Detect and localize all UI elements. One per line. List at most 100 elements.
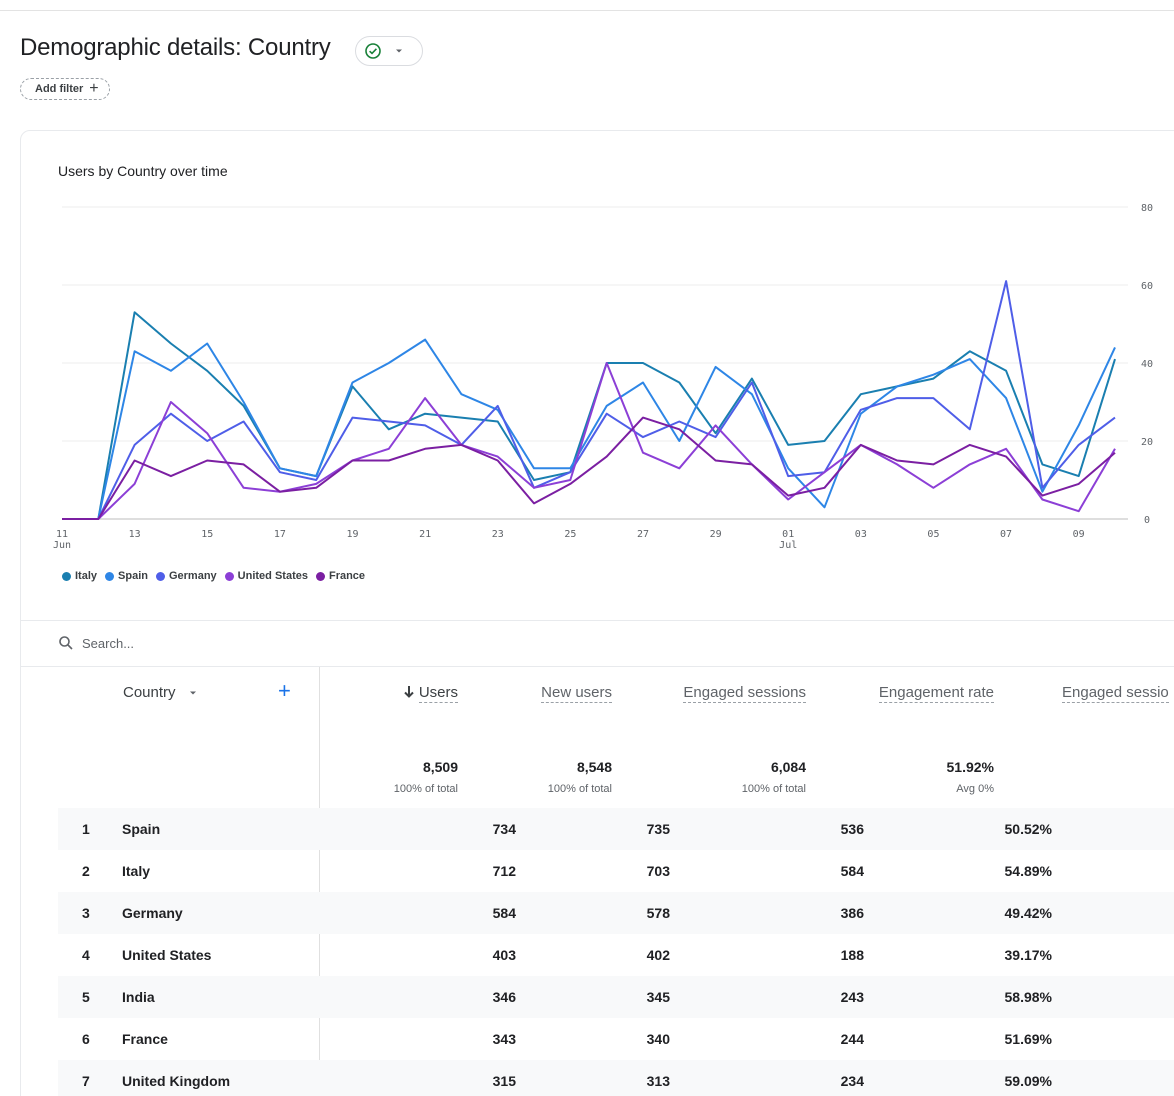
row-engagement-rate: 59.09% xyxy=(1004,1073,1052,1089)
search-bar[interactable]: Search... xyxy=(58,635,134,651)
legend-label: United States xyxy=(237,570,308,582)
row-engaged-sessions: 188 xyxy=(840,947,864,963)
engagement-rate-column-header[interactable]: Engagement rate xyxy=(878,684,994,703)
x-tick-label: 03 xyxy=(855,529,867,540)
table-row[interactable]: 4 United States 403 402 188 39.17% xyxy=(58,934,1174,976)
row-users: 346 xyxy=(492,989,516,1005)
users-column-header[interactable]: Users xyxy=(403,684,458,703)
search-icon xyxy=(59,636,73,650)
table-row[interactable]: 7 United Kingdom 315 313 234 59.09% xyxy=(58,1060,1174,1096)
new-users-total: 8,548 xyxy=(576,759,612,775)
row-engagement-rate: 49.42% xyxy=(1004,905,1052,921)
series-line-spain[interactable] xyxy=(62,338,1116,520)
row-country[interactable]: Italy xyxy=(122,863,150,879)
chart-title: Users by Country over time xyxy=(58,163,228,179)
page-title: Demographic details: Country xyxy=(20,34,331,61)
row-engagement-rate: 58.98% xyxy=(1004,989,1052,1005)
users-total: 8,509 xyxy=(422,759,458,775)
legend-dot-icon xyxy=(315,571,325,581)
row-rank: 6 xyxy=(82,1031,90,1047)
x-tick-label: 11 xyxy=(56,529,68,540)
status-dropdown[interactable] xyxy=(355,36,423,66)
engagement-rate-total: 51.92% xyxy=(946,759,994,775)
add-filter-label: Add filter xyxy=(35,83,84,95)
engaged-sessions-per-user-column-header[interactable]: Engaged sessio xyxy=(1062,684,1169,703)
series-line-italy[interactable] xyxy=(62,311,1116,520)
row-engagement-rate: 51.69% xyxy=(1004,1031,1052,1047)
users-total-percent: 100% of total xyxy=(393,783,458,795)
arrow-down-icon xyxy=(404,686,414,698)
check-circle-icon xyxy=(365,43,381,59)
row-new-users: 735 xyxy=(646,821,670,837)
table-row[interactable]: 5 India 346 345 243 58.98% xyxy=(58,976,1174,1018)
x-tick-label: 19 xyxy=(346,529,358,540)
table-row[interactable]: 1 Spain 734 735 536 50.52% xyxy=(58,808,1174,850)
legend-dot-icon xyxy=(62,571,71,581)
row-users: 734 xyxy=(492,821,516,837)
row-country[interactable]: France xyxy=(122,1031,168,1047)
country-header-label: Country xyxy=(123,684,176,701)
x-tick-label: 13 xyxy=(129,529,141,540)
legend-label: France xyxy=(328,570,366,582)
legend-label: Italy xyxy=(75,570,98,582)
users-header-label: Users xyxy=(418,684,458,703)
row-users: 315 xyxy=(492,1073,516,1089)
legend-item[interactable]: United States xyxy=(224,570,308,582)
series-line-france[interactable] xyxy=(62,416,1116,520)
caret-down-icon xyxy=(396,49,402,53)
legend-item[interactable]: France xyxy=(315,570,366,582)
plus-icon: + xyxy=(89,80,99,97)
legend-item[interactable]: Spain xyxy=(105,570,148,582)
row-users: 403 xyxy=(492,947,516,963)
legend-label: Spain xyxy=(118,570,148,582)
row-new-users: 703 xyxy=(646,863,670,879)
new-users-column-header[interactable]: New users xyxy=(541,684,612,703)
row-country[interactable]: Spain xyxy=(122,821,160,837)
row-rank: 4 xyxy=(82,947,90,963)
table-top-divider xyxy=(20,666,1174,667)
y-tick-label: 80 xyxy=(1141,203,1153,214)
y-tick-label: 0 xyxy=(1144,515,1150,526)
y-tick-label: 40 xyxy=(1141,359,1153,370)
country-column-header[interactable]: Country xyxy=(123,684,198,701)
x-tick-label: 21 xyxy=(419,529,431,540)
row-rank: 7 xyxy=(82,1073,90,1089)
x-tick-label: 05 xyxy=(927,529,939,540)
row-engaged-sessions: 243 xyxy=(840,989,864,1005)
row-engaged-sessions: 386 xyxy=(840,905,864,921)
new-users-total-percent: 100% of total xyxy=(547,783,612,795)
table-row[interactable]: 2 Italy 712 703 584 54.89% xyxy=(58,850,1174,892)
x-tick-label: 27 xyxy=(637,529,649,540)
engaged-sessions-column-header[interactable]: Engaged sessions xyxy=(683,684,806,703)
add-filter-button[interactable]: Add filter + xyxy=(20,78,110,100)
engaged-sessions-total: 6,084 xyxy=(770,759,806,775)
series-line-germany[interactable] xyxy=(62,280,1116,520)
row-rank: 2 xyxy=(82,863,90,879)
row-new-users: 345 xyxy=(646,989,670,1005)
x-tick-label: 07 xyxy=(1000,529,1012,540)
row-country[interactable]: India xyxy=(122,989,155,1005)
row-country[interactable]: Germany xyxy=(122,905,183,921)
y-tick-label: 60 xyxy=(1141,281,1153,292)
x-tick-label: 29 xyxy=(710,529,722,540)
y-tick-label: 20 xyxy=(1141,437,1153,448)
row-engaged-sessions: 244 xyxy=(840,1031,864,1047)
row-rank: 5 xyxy=(82,989,90,1005)
table-row[interactable]: 6 France 343 340 244 51.69% xyxy=(58,1018,1174,1060)
x-tick-label: 01 xyxy=(782,529,794,540)
legend-item[interactable]: Italy xyxy=(62,570,97,582)
table-row[interactable]: 3 Germany 584 578 386 49.42% xyxy=(58,892,1174,934)
row-engaged-sessions: 536 xyxy=(840,821,864,837)
legend-item[interactable]: Germany xyxy=(155,570,217,582)
row-country[interactable]: United States xyxy=(122,947,211,963)
row-users: 712 xyxy=(492,863,516,879)
engaged-sessions-header-label: Engaged sessions xyxy=(683,684,806,703)
row-engagement-rate: 54.89% xyxy=(1004,863,1052,879)
x-tick-sublabel: Jul xyxy=(779,540,797,551)
row-users: 343 xyxy=(492,1031,516,1047)
row-new-users: 313 xyxy=(646,1073,670,1089)
search-input[interactable]: Search... xyxy=(82,636,134,651)
row-engaged-sessions: 584 xyxy=(840,863,864,879)
add-dimension-button[interactable]: + xyxy=(278,680,291,702)
row-country[interactable]: United Kingdom xyxy=(122,1073,230,1089)
